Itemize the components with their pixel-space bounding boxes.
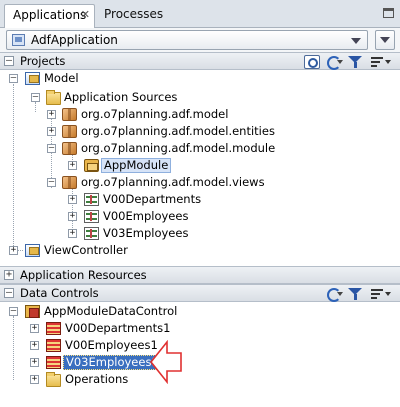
collapse-icon[interactable]: – <box>4 288 14 298</box>
tree-node-package[interactable]: + org.o7planning.adf.model <box>0 106 320 123</box>
expand-icon[interactable]: + <box>30 324 39 333</box>
tree-node-collection[interactable]: + V00Departments1 <box>0 320 220 337</box>
sort-icon[interactable] <box>370 287 392 301</box>
application-resources-panel-title: Application Resources <box>20 268 147 282</box>
projects-panel-title: Projects <box>20 54 66 68</box>
expand-icon[interactable]: + <box>68 195 77 204</box>
collapse-icon[interactable]: – <box>47 178 56 187</box>
projects-tree: – Model – Application Sources + org.o7pl… <box>0 70 400 266</box>
tree-node-collection[interactable]: + V03Employees1 <box>0 354 220 371</box>
tree-node-package[interactable]: – org.o7planning.adf.model.module <box>0 140 320 157</box>
expand-icon[interactable]: + <box>47 110 56 119</box>
application-icon <box>12 34 25 46</box>
tree-node-label: AppModuleDataControl <box>44 304 178 318</box>
tree-node-label: ViewController <box>44 243 128 257</box>
tree-node-label: Operations <box>65 372 129 386</box>
tree-node-view-object[interactable]: + V03Employees <box>0 225 220 242</box>
collapse-icon[interactable]: – <box>9 74 18 83</box>
collapse-icon[interactable]: – <box>9 307 18 316</box>
expand-icon[interactable]: + <box>68 161 77 170</box>
view-object-icon <box>84 193 99 206</box>
navigator-tabbar: Applications ✕ Processes <box>0 0 400 28</box>
data-control-icon <box>25 305 40 318</box>
tree-node-package[interactable]: + org.o7planning.adf.model.entities <box>0 123 330 140</box>
tree-node-label: V00Employees <box>103 209 189 223</box>
tab-applications[interactable]: Applications ✕ <box>4 4 95 28</box>
application-name: AdfApplication <box>31 33 118 47</box>
project-icon <box>25 72 40 85</box>
tree-node-label: V00Departments <box>103 192 202 206</box>
package-icon <box>62 176 77 189</box>
application-selector-row: AdfApplication <box>0 28 400 52</box>
collapse-icon[interactable]: – <box>4 56 14 66</box>
tree-node-application-sources[interactable]: – Application Sources <box>0 89 260 106</box>
zoom-icon[interactable] <box>304 54 320 69</box>
tree-node-model[interactable]: – Model <box>0 70 200 87</box>
package-icon <box>62 108 77 121</box>
collection-icon <box>46 322 61 335</box>
tree-node-label: V03Employees1 <box>63 355 162 370</box>
appmodule-icon <box>84 159 99 172</box>
data-controls-panel-header[interactable]: – Data Controls <box>0 284 400 302</box>
collection-icon <box>46 356 61 369</box>
maximize-icon[interactable] <box>383 8 394 18</box>
tree-node-label: V00Departments1 <box>65 321 171 335</box>
tree-node-label: Application Sources <box>64 90 178 104</box>
package-icon <box>62 142 77 155</box>
tree-node-label: AppModule <box>101 158 172 173</box>
filter-icon[interactable] <box>348 55 364 69</box>
tab-processes-label: Processes <box>104 7 164 21</box>
sync-icon[interactable] <box>326 55 343 70</box>
tree-node-label: org.o7planning.adf.model.module <box>81 141 276 155</box>
tree-node-operations[interactable]: + Operations <box>0 371 220 388</box>
view-object-icon <box>84 227 99 240</box>
expand-icon[interactable]: + <box>47 127 56 136</box>
annotation-arrow-icon <box>149 340 182 384</box>
sort-icon[interactable] <box>370 55 392 69</box>
filter-icon[interactable] <box>348 287 364 301</box>
tree-node-collection[interactable]: + V00Employees1 <box>0 337 220 354</box>
projects-panel-header[interactable]: – Projects <box>0 52 400 70</box>
expand-icon[interactable]: + <box>68 212 77 221</box>
tree-node-data-control[interactable]: – AppModuleDataControl <box>0 303 260 320</box>
application-resources-panel-header[interactable]: + Application Resources <box>0 266 400 284</box>
tree-node-label: V00Employees1 <box>65 338 158 352</box>
expand-icon[interactable]: + <box>68 229 77 238</box>
expand-icon[interactable]: + <box>30 341 39 350</box>
application-combo[interactable]: AdfApplication <box>6 30 368 50</box>
tree-node-view-object[interactable]: + V00Departments <box>0 191 220 208</box>
project-icon <box>25 244 40 257</box>
close-icon[interactable]: ✕ <box>81 8 90 21</box>
folder-icon <box>46 90 61 105</box>
tree-node-label: V03Employees <box>103 226 189 240</box>
expand-icon[interactable]: + <box>30 375 39 384</box>
expand-icon[interactable]: + <box>4 270 14 280</box>
tree-node-package[interactable]: – org.o7planning.adf.model.views <box>0 174 320 191</box>
application-menu-button[interactable] <box>375 30 395 50</box>
data-controls-tree: – AppModuleDataControl + V00Departments1… <box>0 302 400 407</box>
package-icon <box>62 125 77 138</box>
view-object-icon <box>84 210 99 223</box>
tree-node-label: org.o7planning.adf.model.entities <box>81 124 275 138</box>
expand-icon[interactable]: + <box>9 246 18 255</box>
collapse-icon[interactable]: – <box>31 93 40 102</box>
sync-icon[interactable] <box>326 287 343 302</box>
tree-node-label: Model <box>44 71 79 85</box>
expand-icon[interactable]: + <box>30 358 39 367</box>
tab-processes[interactable]: Processes <box>96 4 164 28</box>
tree-node-label: org.o7planning.adf.model.views <box>81 175 265 189</box>
folder-icon <box>46 372 61 387</box>
data-controls-panel-title: Data Controls <box>20 286 99 300</box>
collection-icon <box>46 339 61 352</box>
tree-node-appmodule[interactable]: + AppModule <box>0 157 200 174</box>
tree-node-viewcontroller[interactable]: + ViewController <box>0 242 200 259</box>
collapse-icon[interactable]: – <box>47 144 56 153</box>
chevron-down-icon[interactable] <box>351 38 361 44</box>
tab-applications-label: Applications <box>13 8 87 22</box>
tree-node-label: org.o7planning.adf.model <box>81 107 229 121</box>
tree-node-view-object[interactable]: + V00Employees <box>0 208 220 225</box>
